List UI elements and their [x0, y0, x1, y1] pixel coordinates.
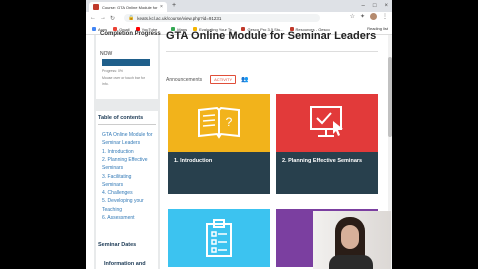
extensions-icon[interactable]: ✦: [360, 13, 365, 20]
seminar-dates-title: Seminar Dates: [98, 242, 137, 248]
menu-icon[interactable]: ⋮: [382, 13, 388, 20]
address-bar[interactable]: 🔒 keats.kcl.ac.uk/course/view.php?id=912…: [124, 14, 320, 22]
page-title: GTA Online Module for Seminar Leaders: [166, 30, 377, 42]
toc-item[interactable]: 1. Introduction: [102, 149, 134, 155]
participants-icon[interactable]: 👥: [241, 76, 248, 83]
profile-avatar[interactable]: [370, 13, 377, 20]
monitor-cursor-icon: [310, 106, 343, 137]
tile-image: [168, 209, 270, 267]
presenter-shirt: [329, 255, 373, 269]
svg-text:?: ?: [226, 115, 233, 129]
url-text: keats.kcl.ac.uk/course/view.php?id=91231: [137, 15, 222, 21]
tile-image: [276, 94, 378, 152]
toc-item[interactable]: Seminars: [102, 165, 123, 171]
toolbar-actions: ☆ ✦ ⋮: [350, 13, 388, 20]
tab-announcements[interactable]: Announcements: [166, 77, 202, 83]
toc-item[interactable]: 5. Developing your: [102, 198, 144, 204]
toc-item[interactable]: 4. Challenges: [102, 190, 133, 196]
toc-item[interactable]: 3. Facilitating: [102, 174, 131, 180]
forward-icon[interactable]: →: [100, 15, 106, 21]
webcam-overlay: [313, 211, 391, 269]
course-tabs: Announcements ACTIVITY 👥: [166, 75, 249, 84]
tile-label: 2. Planning Effective Seminars: [276, 152, 378, 194]
toc-item[interactable]: Teaching: [102, 207, 122, 213]
progress-label: Progress: 0%: [102, 69, 124, 73]
toc-item[interactable]: Seminar Leaders: [102, 140, 140, 146]
apps-icon: [92, 27, 96, 31]
site-favicon-icon: [93, 4, 99, 10]
divider: [98, 124, 156, 125]
reload-icon[interactable]: ↻: [110, 15, 115, 22]
back-icon[interactable]: ←: [90, 15, 96, 21]
toc-item[interactable]: GTA Online Module for: [102, 132, 153, 138]
section-tile-introduction[interactable]: ? 1. Introduction: [168, 94, 270, 194]
progress-hint: Mouse over or touch bar for: [102, 76, 145, 80]
section-tile-planning[interactable]: 2. Planning Effective Seminars: [276, 94, 378, 194]
maximize-icon[interactable]: □: [373, 2, 377, 10]
toc-title: Table of contents: [98, 115, 144, 121]
toc-item[interactable]: 6. Assessment: [102, 215, 135, 221]
tile-label: 1. Introduction: [168, 152, 270, 194]
bookmark-star-icon[interactable]: ☆: [350, 13, 355, 20]
information-title: Information and: [104, 261, 146, 267]
tab-strip: Course: GTA Online Module for × + – □ ×: [86, 0, 392, 12]
divider: [166, 51, 378, 52]
tile-image: ?: [168, 94, 270, 152]
browser-tab[interactable]: Course: GTA Online Module for ×: [89, 2, 167, 12]
presenter-face: [341, 225, 359, 249]
progress-hint-2: info.: [102, 82, 109, 86]
toc-item[interactable]: 2. Planning Effective: [102, 157, 148, 163]
toc-item[interactable]: Seminars: [102, 182, 123, 188]
window-controls: – □ ×: [362, 2, 388, 10]
progress-bar[interactable]: [102, 59, 150, 66]
tab-activity[interactable]: ACTIVITY: [210, 75, 237, 84]
section-tile-3[interactable]: [168, 209, 270, 267]
minimize-icon[interactable]: –: [362, 2, 365, 10]
clipboard-icon: [206, 219, 232, 257]
progress-block: [96, 35, 158, 99]
now-marker: NOW: [100, 51, 113, 57]
close-window-icon[interactable]: ×: [384, 2, 388, 10]
lock-icon: 🔒: [128, 15, 135, 21]
scrollbar-thumb[interactable]: [388, 57, 392, 137]
tab-title: Course: GTA Online Module for: [102, 4, 158, 10]
close-tab-icon[interactable]: ×: [160, 4, 163, 10]
progress-block-title: Completion Progress: [100, 31, 161, 37]
new-tab-icon[interactable]: +: [172, 2, 176, 10]
book-icon: ?: [198, 106, 240, 139]
